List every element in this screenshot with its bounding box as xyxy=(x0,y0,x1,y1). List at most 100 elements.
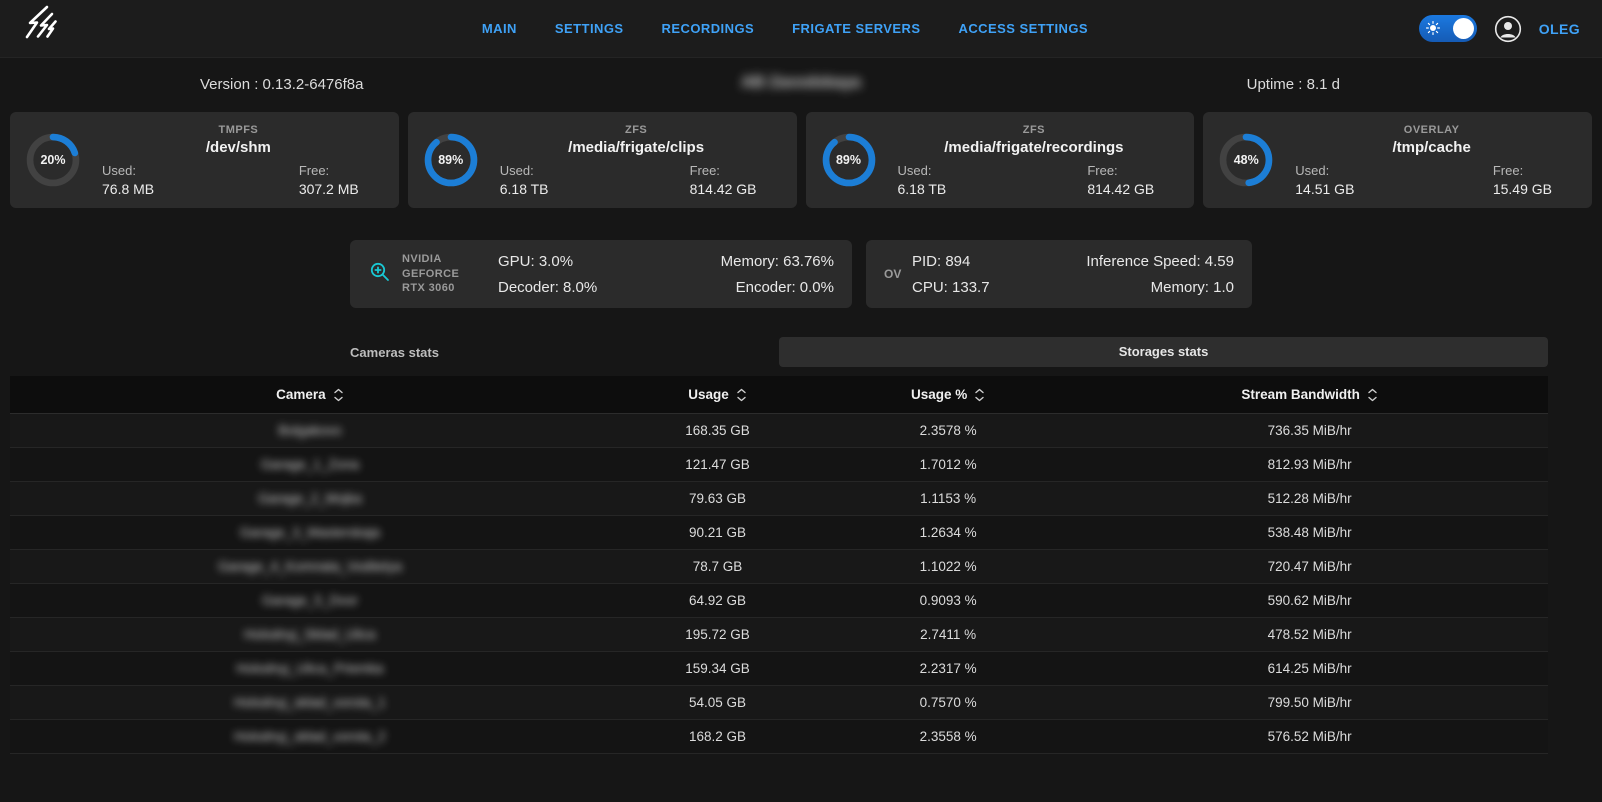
free-value: 814.42 GB xyxy=(1087,181,1154,197)
gpu-encoder-stat: Encoder: 0.0% xyxy=(721,279,834,296)
status-header: Version : 0.13.2-6476f8a AB Zavodskaya U… xyxy=(0,58,1602,112)
tab-storages-stats[interactable]: Storages stats xyxy=(779,337,1548,367)
used-value: 76.8 MB xyxy=(102,181,154,197)
storage-cards-row: 20% TMPFS /dev/shm Used: 76.8 MB Free: 3… xyxy=(0,112,1602,208)
gpu-card: NVIDIA GEFORCE RTX 3060 GPU: 3.0% Decode… xyxy=(350,240,852,308)
column-header-camera[interactable]: Camera xyxy=(10,376,610,414)
donut-percent-label: 89% xyxy=(820,131,878,189)
usage-percent-cell: 0.9093 % xyxy=(825,584,1071,618)
usage-cell: 121.47 GB xyxy=(610,448,825,482)
usage-cell: 79.63 GB xyxy=(610,482,825,516)
usage-cell: 159.34 GB xyxy=(610,652,825,686)
storage-type-label: ZFS xyxy=(490,124,783,136)
bandwidth-cell: 538.48 MiB/hr xyxy=(1071,516,1548,550)
column-header-usage[interactable]: Usage xyxy=(610,376,825,414)
used-label: Used: xyxy=(500,163,549,178)
camera-name-cell: Holodnyj_sklad_vorota_1 xyxy=(10,686,610,720)
camera-name-cell: Garage_3_Masterskaja xyxy=(10,516,610,550)
theme-toggle[interactable] xyxy=(1419,15,1477,42)
donut-percent-label: 89% xyxy=(422,131,480,189)
tab-cameras-stats[interactable]: Cameras stats xyxy=(10,345,779,360)
column-header-usage-percent[interactable]: Usage % xyxy=(825,376,1071,414)
gpu-decoder-stat: Decoder: 8.0% xyxy=(498,279,597,296)
table-row: Holodnyj_Sklad_Ulica 195.72 GB 2.7411 % … xyxy=(10,618,1548,652)
usage-cell: 168.2 GB xyxy=(610,720,825,754)
bandwidth-cell: 576.52 MiB/hr xyxy=(1071,720,1548,754)
storage-path-label: /media/frigate/clips xyxy=(490,139,783,156)
free-label: Free: xyxy=(299,163,359,178)
usage-percent-cell: 2.2317 % xyxy=(825,652,1071,686)
storage-type-label: ZFS xyxy=(888,124,1181,136)
toggle-knob xyxy=(1453,18,1474,39)
sort-icon[interactable] xyxy=(1367,388,1378,402)
camera-stats-table: Camera Usage Usage % xyxy=(10,376,1548,754)
used-label: Used: xyxy=(898,163,947,178)
table-row: Bolgakovo 168.35 GB 2.3578 % 736.35 MiB/… xyxy=(10,414,1548,448)
bandwidth-cell: 720.47 MiB/hr xyxy=(1071,550,1548,584)
uptime-label: Uptime : 8.1 d xyxy=(1247,76,1340,93)
usage-cell: 64.92 GB xyxy=(610,584,825,618)
storage-usage-donut: 89% xyxy=(820,131,878,189)
free-label: Free: xyxy=(1493,163,1552,178)
camera-name-cell: Garage_2_Mojka xyxy=(10,482,610,516)
column-header-stream-bandwidth[interactable]: Stream Bandwidth xyxy=(1071,376,1548,414)
free-value: 15.49 GB xyxy=(1493,181,1552,197)
gpu-memory-stat: Memory: 63.76% xyxy=(721,253,834,270)
sun-icon xyxy=(1426,21,1440,40)
hardware-row: NVIDIA GEFORCE RTX 3060 GPU: 3.0% Decode… xyxy=(0,240,1602,308)
sort-icon[interactable] xyxy=(736,388,747,402)
current-user-label[interactable]: OLEG xyxy=(1539,21,1580,37)
gpu-usage-stat: GPU: 3.0% xyxy=(498,253,597,270)
top-navbar: MAIN SETTINGS RECORDINGS FRIGATE SERVERS… xyxy=(0,0,1602,58)
usage-cell: 78.7 GB xyxy=(610,550,825,584)
user-avatar-icon[interactable] xyxy=(1493,14,1523,44)
storage-usage-donut: 20% xyxy=(24,131,82,189)
nav-item-recordings[interactable]: RECORDINGS xyxy=(662,21,755,36)
free-value: 814.42 GB xyxy=(690,181,757,197)
camera-name-cell: Bolgakovo xyxy=(10,414,610,448)
usage-cell: 168.35 GB xyxy=(610,414,825,448)
storage-type-label: OVERLAY xyxy=(1285,124,1578,136)
table-row: Holodnyj_sklad_vorota_1 54.05 GB 0.7570 … xyxy=(10,686,1548,720)
detector-cpu-stat: CPU: 133.7 xyxy=(912,279,990,296)
main-navigation: MAIN SETTINGS RECORDINGS FRIGATE SERVERS… xyxy=(482,21,1088,36)
usage-percent-cell: 1.1022 % xyxy=(825,550,1071,584)
storage-type-label: TMPFS xyxy=(92,124,385,136)
free-label: Free: xyxy=(1087,163,1154,178)
used-value: 14.51 GB xyxy=(1295,181,1354,197)
detector-card: OV PID: 894 CPU: 133.7 Inference Speed: … xyxy=(866,240,1252,308)
nav-item-main[interactable]: MAIN xyxy=(482,21,517,36)
used-value: 6.18 TB xyxy=(898,181,947,197)
storage-card-recordings: 89% ZFS /media/frigate/recordings Used: … xyxy=(806,112,1195,208)
bandwidth-cell: 478.52 MiB/hr xyxy=(1071,618,1548,652)
usage-percent-cell: 1.1153 % xyxy=(825,482,1071,516)
donut-percent-label: 20% xyxy=(24,131,82,189)
frigate-logo-icon xyxy=(22,4,62,53)
bandwidth-cell: 799.50 MiB/hr xyxy=(1071,686,1548,720)
version-label: Version : 0.13.2-6476f8a xyxy=(200,76,363,93)
storage-path-label: /media/frigate/recordings xyxy=(888,139,1181,156)
usage-cell: 195.72 GB xyxy=(610,618,825,652)
detector-pid-stat: PID: 894 xyxy=(912,253,990,270)
table-row: Garage_1_Zona 121.47 GB 1.7012 % 812.93 … xyxy=(10,448,1548,482)
used-value: 6.18 TB xyxy=(500,181,549,197)
usage-cell: 90.21 GB xyxy=(610,516,825,550)
usage-cell: 54.05 GB xyxy=(610,686,825,720)
table-header-row: Camera Usage Usage % xyxy=(10,376,1548,414)
nav-item-access-settings[interactable]: ACCESS SETTINGS xyxy=(959,21,1089,36)
sort-icon[interactable] xyxy=(974,388,985,402)
bandwidth-cell: 512.28 MiB/hr xyxy=(1071,482,1548,516)
bandwidth-cell: 614.25 MiB/hr xyxy=(1071,652,1548,686)
stats-tabs: Cameras stats Storages stats xyxy=(10,336,1548,368)
camera-name-cell: Holodnyj_sklad_vorota_2 xyxy=(10,720,610,754)
camera-name-cell: Garage_1_Zona xyxy=(10,448,610,482)
detector-inference-stat: Inference Speed: 4.59 xyxy=(1086,253,1234,270)
sort-icon[interactable] xyxy=(333,388,344,402)
used-label: Used: xyxy=(1295,163,1354,178)
nav-item-frigate-servers[interactable]: FRIGATE SERVERS xyxy=(792,21,920,36)
camera-name-cell: Garage_5_Dvor xyxy=(10,584,610,618)
storage-path-label: /dev/shm xyxy=(92,139,385,156)
table-row: Holodnyj_Ulica_Priemka 159.34 GB 2.2317 … xyxy=(10,652,1548,686)
table-row: Garage_5_Dvor 64.92 GB 0.9093 % 590.62 M… xyxy=(10,584,1548,618)
nav-item-settings[interactable]: SETTINGS xyxy=(555,21,624,36)
